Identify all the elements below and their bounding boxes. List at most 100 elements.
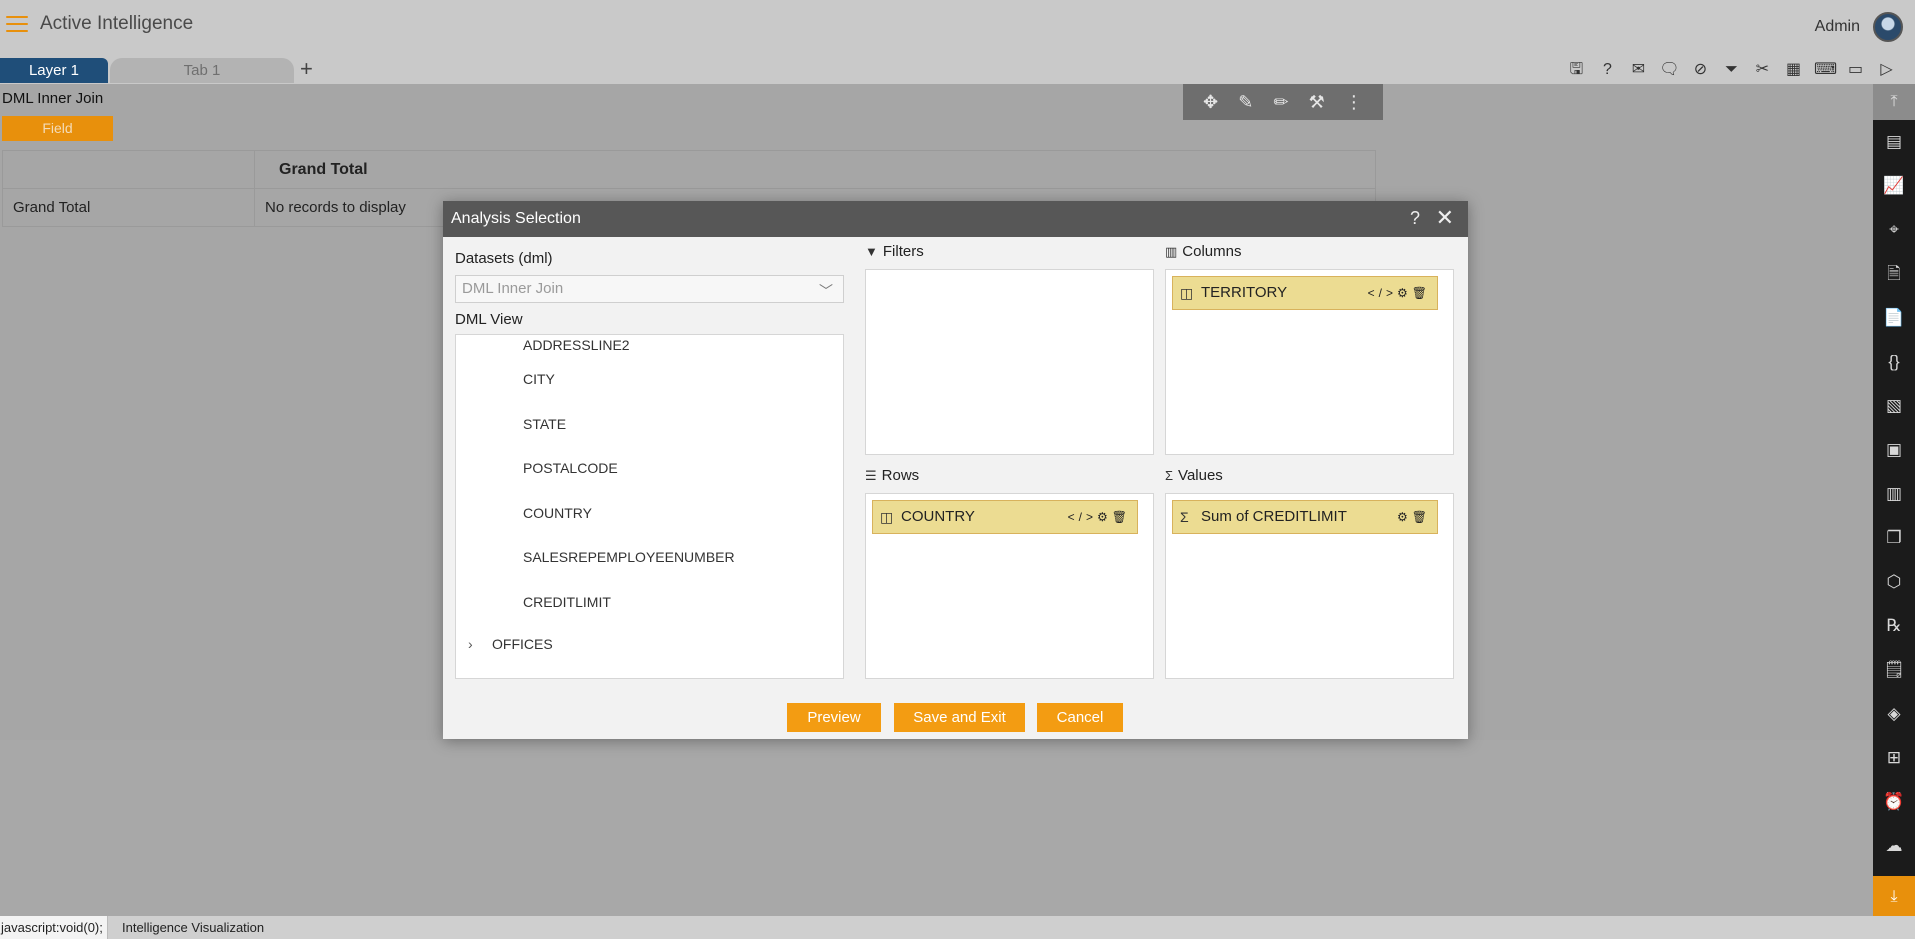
dataset-select[interactable]: DML Inner Join ﹀	[455, 275, 844, 303]
dml-view-list[interactable]: ADDRESSLINE2 CITY STATE POSTALCODE COUNT…	[455, 334, 844, 679]
dataset-select-value: DML Inner Join	[462, 280, 564, 297]
download-icon[interactable]: ⤓	[1873, 876, 1915, 918]
layout-icon[interactable]: ▣	[1873, 428, 1915, 472]
cancel-button[interactable]: Cancel	[1037, 703, 1123, 732]
more-icon[interactable]: ⋮	[1345, 92, 1363, 113]
columns-drop-zone[interactable]: ◫ TERRITORY </>⚙🗑	[1165, 269, 1454, 455]
layers-icon[interactable]: ◈	[1873, 692, 1915, 736]
clear-filter-icon[interactable]: ⊘	[1690, 60, 1711, 80]
top-bar: Active Intelligence Admin	[0, 0, 1915, 52]
document-icon[interactable]: 📄	[1873, 296, 1915, 340]
play-icon[interactable]: ▷	[1876, 60, 1897, 80]
sigma-icon: Σ	[1180, 509, 1189, 525]
filters-drop-zone[interactable]	[865, 269, 1154, 455]
status-url: javascript:void(0);	[0, 916, 108, 939]
edit-tools-icon[interactable]: ✎	[1238, 92, 1253, 113]
row-icon: ◫	[880, 509, 894, 525]
widget-title: DML Inner Join	[2, 90, 104, 107]
list-item[interactable]: CREDITLIMIT	[456, 580, 843, 625]
gear-icon[interactable]: ⚙	[1397, 286, 1412, 300]
list-item[interactable]: CITY	[456, 357, 843, 402]
folder-label: OFFICES	[492, 636, 553, 652]
chip-actions: </>⚙🗑	[1068, 501, 1131, 533]
map-icon[interactable]: ⌖	[1873, 208, 1915, 252]
columns-chip[interactable]: ◫ TERRITORY </>⚙🗑	[1172, 276, 1438, 310]
comment-icon[interactable]: 🗨	[1659, 60, 1680, 80]
values-chip[interactable]: Σ Sum of CREDITLIMIT ⚙🗑	[1172, 500, 1438, 534]
list-item[interactable]: COUNTRY	[456, 491, 843, 536]
values-label: Σ Values	[1165, 467, 1223, 484]
analysis-selection-dialog: Analysis Selection ? ✕ Datasets (dml) DM…	[443, 201, 1468, 739]
embed-icon[interactable]: ⌨	[1814, 60, 1837, 80]
settings-icon[interactable]: ⚒	[1309, 92, 1325, 113]
save-and-exit-button[interactable]: Save and Exit	[894, 703, 1025, 732]
pivot-row-header: Grand Total	[2, 188, 255, 227]
values-label-text: Values	[1178, 467, 1223, 484]
gear-icon[interactable]: ⚙	[1397, 510, 1412, 524]
tab-tab-1[interactable]: Tab 1	[110, 58, 294, 83]
avatar[interactable]	[1873, 12, 1903, 42]
code-icon[interactable]: </>	[1368, 286, 1397, 300]
add-tab-button[interactable]: +	[300, 56, 313, 82]
list-item[interactable]: ADDRESSLINE2	[456, 335, 843, 357]
cubes-icon[interactable]: ⬡	[1873, 560, 1915, 604]
rows-label-text: Rows	[881, 467, 920, 484]
grid-widget-icon[interactable]: ▤	[1873, 120, 1915, 164]
chart-icon[interactable]: 📈	[1873, 164, 1915, 208]
code-icon[interactable]: {}	[1873, 340, 1915, 384]
filters-label: ▼ Filters	[865, 243, 924, 260]
alarm-icon[interactable]: ⏰	[1873, 780, 1915, 824]
code-icon[interactable]: </>	[1068, 510, 1097, 524]
help-icon[interactable]: ?	[1410, 208, 1420, 229]
user-name[interactable]: Admin	[1815, 18, 1860, 36]
tools-icon[interactable]: ✂	[1752, 60, 1773, 80]
rows-chip[interactable]: ◫ COUNTRY </>⚙🗑	[872, 500, 1138, 534]
rows-label: ☰ Rows	[865, 467, 919, 484]
cloud-upload-icon[interactable]: ☁	[1873, 824, 1915, 868]
rows-icon: ☰	[865, 468, 877, 483]
devices-icon[interactable]: ▭	[1845, 60, 1866, 80]
field-chip[interactable]: Field	[2, 116, 113, 141]
columns-label: ▥ Columns	[1165, 243, 1241, 260]
save-icon[interactable]: 🖫	[1566, 60, 1587, 80]
report-icon[interactable]: 🗎	[1873, 252, 1915, 296]
help-icon[interactable]: ?	[1597, 60, 1618, 80]
dialog-header: Analysis Selection ? ✕	[443, 201, 1468, 237]
close-icon[interactable]: ✕	[1436, 205, 1454, 231]
hamburger-menu-icon[interactable]	[6, 16, 28, 34]
list-item[interactable]: POSTALCODE	[456, 446, 843, 491]
pencil-icon[interactable]: ✏	[1273, 92, 1288, 113]
rows-drop-zone[interactable]: ◫ COUNTRY </>⚙🗑	[865, 493, 1154, 679]
list-item[interactable]: STATE	[456, 402, 843, 447]
bar-chart-icon[interactable]: ▥	[1873, 472, 1915, 516]
list-item[interactable]: SALESREPEMPLOYEENUMBER	[456, 535, 843, 580]
column-icon: ◫	[1180, 285, 1194, 301]
dialog-title: Analysis Selection	[451, 210, 581, 227]
folder-offices[interactable]: › OFFICES	[456, 624, 843, 664]
tab-row: Layer 1 Tab 1 + 🖫 ? ✉ 🗨 ⊘ ⏷ ✂ ▦ ⌨ ▭ ▷	[0, 52, 1915, 84]
values-drop-zone[interactable]: Σ Sum of CREDITLIMIT ⚙🗑	[1165, 493, 1454, 679]
scroll-top-icon[interactable]: ⤒	[1873, 84, 1915, 120]
filter-icon[interactable]: ⏷	[1721, 60, 1742, 80]
image-icon[interactable]: ▧	[1873, 384, 1915, 428]
move-icon[interactable]: ✥	[1203, 92, 1218, 113]
chevron-right-icon[interactable]: ›	[468, 624, 492, 664]
preview-button[interactable]: Preview	[787, 703, 881, 732]
trash-icon[interactable]: 🗑	[1112, 510, 1131, 524]
status-text: Intelligence Visualization	[122, 920, 265, 935]
apps-icon[interactable]: ⊞	[1873, 736, 1915, 780]
chip-actions: ⚙🗑	[1397, 501, 1431, 533]
pivot-column-header: Grand Total	[254, 150, 1376, 189]
trash-icon[interactable]: 🗑	[1412, 510, 1431, 524]
table-icon[interactable]: ▦	[1783, 60, 1804, 80]
trash-icon[interactable]: 🗑	[1412, 286, 1431, 300]
columns-chip-label: TERRITORY	[1201, 284, 1288, 301]
notes-icon[interactable]: 🗒	[1873, 648, 1915, 692]
sigma-icon: Σ	[1165, 468, 1174, 483]
mail-icon[interactable]: ✉	[1628, 60, 1649, 80]
copy-icon[interactable]: ❐	[1873, 516, 1915, 560]
datasets-label: Datasets (dml)	[455, 250, 553, 267]
gear-icon[interactable]: ⚙	[1097, 510, 1112, 524]
tab-layer-1[interactable]: Layer 1	[0, 58, 108, 83]
formula-icon[interactable]: ℞	[1873, 604, 1915, 648]
